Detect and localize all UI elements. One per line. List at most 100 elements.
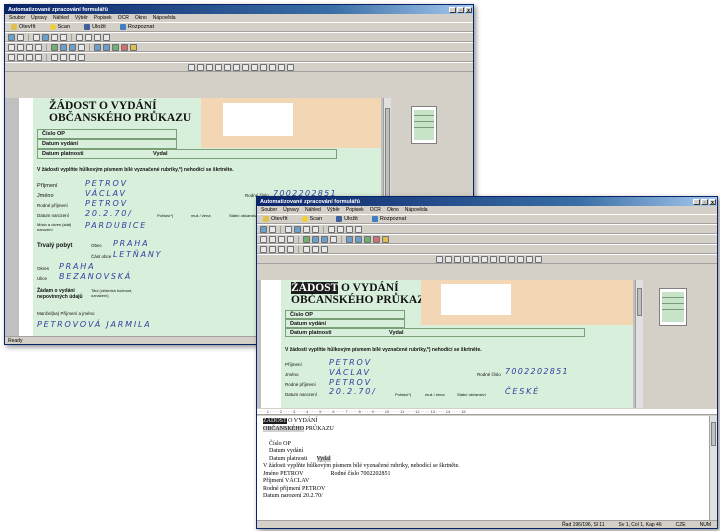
delete-icon[interactable] [312,225,319,233]
zoom-in-icon[interactable] [60,43,67,51]
recognize-button[interactable]: Rozpoznat [369,215,415,223]
tool-8-icon[interactable] [498,255,506,263]
menu-upravy[interactable]: Úpravy [283,207,299,213]
save-button[interactable]: Uložit [333,215,367,223]
tool-1-icon[interactable] [187,63,195,71]
nav-prev-icon[interactable] [17,53,24,61]
page-icon[interactable] [76,33,83,41]
minimize-button[interactable]: _ [449,6,456,14]
fit-icon[interactable] [330,235,337,243]
scan-button[interactable]: Scan [47,23,80,31]
next-page-icon[interactable] [26,43,33,51]
table-icon[interactable] [312,245,319,253]
scrollbar-thumb[interactable] [637,288,642,316]
page-setup-icon[interactable] [337,225,344,233]
nav-prev-icon[interactable] [269,245,276,253]
prev-page-icon[interactable] [17,43,24,51]
prev-page-icon[interactable] [269,235,276,243]
close-button[interactable]: x [709,198,716,206]
first-page-icon[interactable] [260,235,267,243]
menu-napoveda[interactable]: Nápověda [153,15,176,21]
save-button[interactable]: Uložit [81,23,115,31]
text-icon[interactable] [303,245,310,253]
rotate-right-icon[interactable] [355,235,362,243]
page-setup-icon[interactable] [85,33,92,41]
paste-icon[interactable] [51,33,58,41]
preview-icon[interactable] [17,33,24,41]
zone-icon[interactable] [112,43,119,51]
tool-10-icon[interactable] [268,63,276,71]
copy-icon[interactable] [294,225,301,233]
text-ruler[interactable]: · · · · 1 · · · · 2 · · · · 3 · · · · 4 … [257,409,717,415]
undo-icon[interactable] [346,225,353,233]
copy-icon[interactable] [42,33,49,41]
image-scrollbar[interactable] [635,280,643,408]
rotate-left-icon[interactable] [94,43,101,51]
print-icon[interactable] [260,225,267,233]
menu-napoveda[interactable]: Nápověda [405,207,428,213]
color-icon[interactable] [373,235,380,243]
menu-vyber[interactable]: Výběr [327,207,340,213]
text-icon[interactable] [51,53,58,61]
nav-last-icon[interactable] [287,245,294,253]
scrollbar-thumb[interactable] [711,422,716,446]
menu-nahled[interactable]: Náhled [53,15,69,21]
tool-3-icon[interactable] [453,255,461,263]
tool-9-icon[interactable] [507,255,515,263]
open-button[interactable]: Otevřít [8,23,45,31]
preview-icon[interactable] [269,225,276,233]
tool-10-icon[interactable] [516,255,524,263]
tool-12-icon[interactable] [286,63,294,71]
tool-11-icon[interactable] [525,255,533,263]
zone-icon[interactable] [364,235,371,243]
tool-12-icon[interactable] [534,255,542,263]
page-icon[interactable] [328,225,335,233]
tool-4-icon[interactable] [462,255,470,263]
nav-next-icon[interactable] [26,53,33,61]
menu-ocr[interactable]: OCR [118,15,129,21]
image-icon[interactable] [51,43,58,51]
undo-icon[interactable] [94,33,101,41]
tool-5-icon[interactable] [223,63,231,71]
cut-icon[interactable] [285,225,292,233]
page-thumbnail[interactable] [411,106,437,144]
table-icon[interactable] [60,53,67,61]
fit-icon[interactable] [78,43,85,51]
tool-6-icon[interactable] [232,63,240,71]
text-scrollbar[interactable] [709,416,717,520]
last-page-icon[interactable] [35,43,42,51]
maximize-button[interactable]: ▫ [701,198,708,206]
rotate-left-icon[interactable] [346,235,353,243]
first-page-icon[interactable] [8,43,15,51]
nav-last-icon[interactable] [35,53,42,61]
print-icon[interactable] [8,33,15,41]
tool-4-icon[interactable] [214,63,222,71]
menu-vyber[interactable]: Výběr [75,15,88,21]
picture-icon[interactable] [69,53,76,61]
tool-5-icon[interactable] [471,255,479,263]
recognize-button[interactable]: Rozpoznat [117,23,163,31]
zoom-in-icon[interactable] [312,235,319,243]
redo-icon[interactable] [103,33,110,41]
tool-8-icon[interactable] [250,63,258,71]
nav-first-icon[interactable] [260,245,267,253]
scan-button[interactable]: Scan [299,215,332,223]
page-thumbnail[interactable] [659,288,687,326]
tool-3-icon[interactable] [205,63,213,71]
tool-6-icon[interactable] [480,255,488,263]
nav-first-icon[interactable] [8,53,15,61]
color-icon[interactable] [121,43,128,51]
nav-next-icon[interactable] [278,245,285,253]
close-button[interactable]: x [465,6,472,14]
maximize-button[interactable]: ▫ [457,6,464,14]
next-page-icon[interactable] [278,235,285,243]
tool-7-icon[interactable] [241,63,249,71]
tool-7-icon[interactable] [489,255,497,263]
delete-icon[interactable] [60,33,67,41]
menu-soubor[interactable]: Soubor [261,207,277,213]
menu-okno[interactable]: Okno [135,15,147,21]
menu-popisek[interactable]: Popisek [94,15,112,21]
picture-icon[interactable] [321,245,328,253]
tool-1-icon[interactable] [435,255,443,263]
menu-okno[interactable]: Okno [387,207,399,213]
